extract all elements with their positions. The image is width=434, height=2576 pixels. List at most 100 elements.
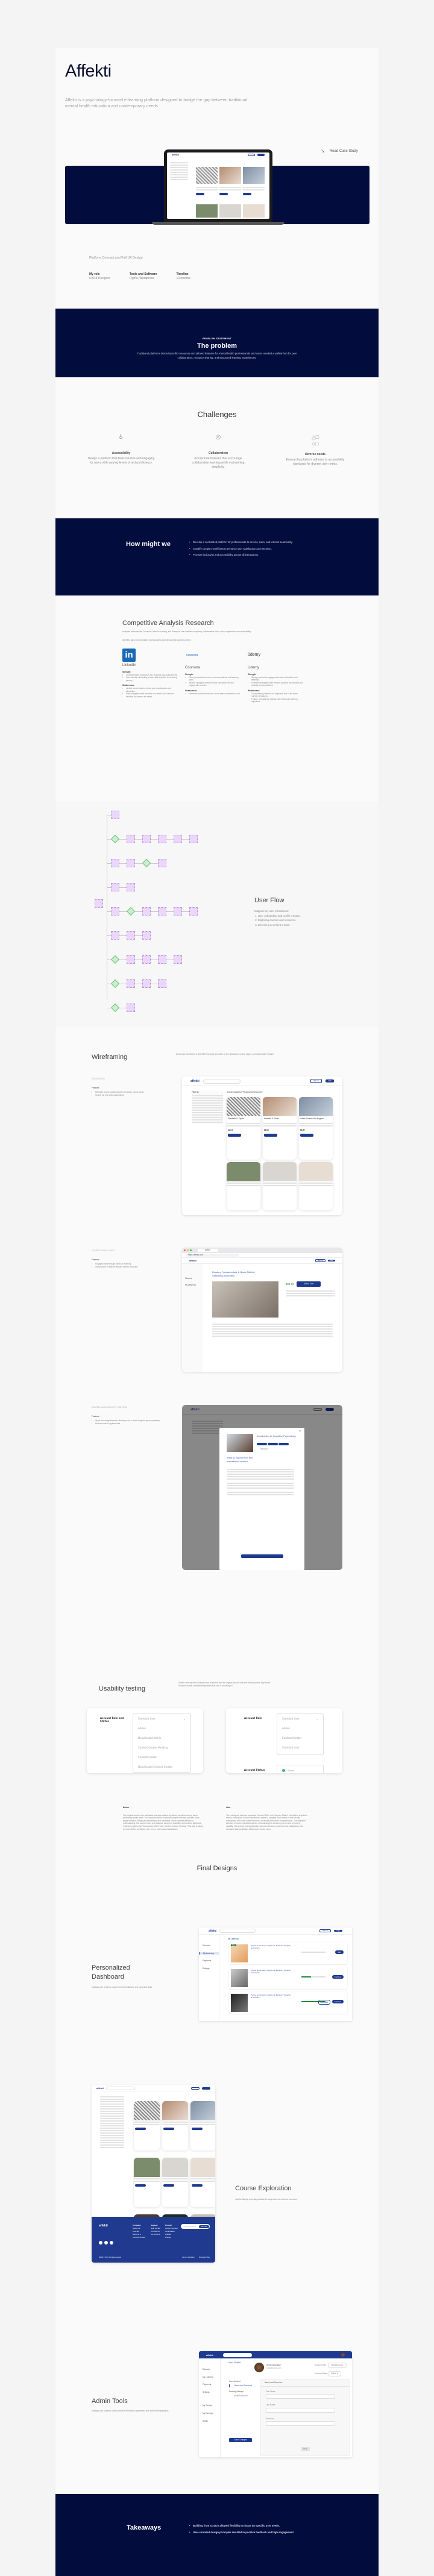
competitor-coursera: coursera Coursera Strength: Offers perso… [185,649,241,703]
target-icon: ◎ [215,434,221,441]
browser-tab-bar: Affekti [182,1248,342,1253]
dropdown-option[interactable]: Content Creator [138,1753,186,1762]
before-dropdown[interactable]: Standard User ⌄ Admin Deactivated Admin C… [133,1714,191,1773]
dropdown-option[interactable]: Standard User [282,1743,318,1753]
takeaways-title: Takeaways [127,2524,162,2531]
browser-tab[interactable]: Affekti [198,1249,218,1252]
progress-bar [301,1976,326,1978]
nav-discover[interactable]: Discover [203,1944,219,1947]
learning-list: New Psyche and Society: Insights into Beh… [229,1943,347,2017]
flow-start-node [95,899,103,908]
nav-discover[interactable]: Discover [203,2368,220,2371]
modal-action-button[interactable] [241,1554,283,1558]
wireframe-course-detail-mock: Affekti https://affekti.com affekti Sign… [182,1248,342,1372]
social-icon[interactable] [99,2241,102,2245]
continue-button[interactable]: Continue [332,1975,344,1979]
dropdown-option[interactable]: Content Creator [282,1733,318,1743]
newsletter-form: Your Email Address Subscribe [181,2224,210,2229]
flow-process-node [189,835,198,843]
flow-process-node [127,955,135,964]
start-button[interactable]: Start [335,1950,344,1954]
account-role-select[interactable]: Standard User [328,2363,347,2368]
search-input[interactable] [222,2352,252,2357]
before-panel: Account Role and Status Standard User ⌄ A… [87,1708,203,1773]
read-case-study-link[interactable]: ↘ Read Case Study [321,148,358,154]
status-dot-active [282,1768,285,1772]
nav-my-learning[interactable]: My Learning [203,2376,220,2379]
laptop-mockup: affekti [164,149,272,222]
search-input[interactable] [203,1078,241,1084]
social-icon[interactable] [104,2241,108,2245]
email-input[interactable]: Your Email Address [183,2226,196,2228]
last-name-input[interactable] [266,2407,335,2413]
dashboard-title: Personalized Dashboard [92,1964,130,1981]
flow-decision-node [110,955,120,964]
usability-intro: Admin users reported confusion and frust… [178,1682,271,1687]
dropdown-option[interactable]: Admin [282,1724,318,1733]
new-badge: New [231,1944,237,1946]
competitive-title: Competitive Analysis Research [122,620,214,627]
user-flow-description: Mapped key user interactions: 1. User on… [254,909,301,926]
flow-process-node [127,883,135,891]
url-bar[interactable]: https://affekti.com [186,1254,239,1257]
dropdown-option[interactable]: Admin [138,1724,186,1733]
sign-up-button[interactable]: Sign Up [310,1079,322,1083]
first-name-input[interactable] [266,2394,335,2399]
competitive-p1: Analyzed platforms like Coursera, Linked… [122,630,251,633]
problem-eyebrow: PROBLEM STATEMENT [202,337,232,340]
dropdown-option[interactable]: Content Creator Pending [138,1743,186,1753]
learning-row[interactable]: Psyche and Society: Insights into Behavi… [229,1967,347,1989]
footer-logo: affekti [99,2224,108,2228]
chevron-down-icon: ⌄ [183,1717,186,1720]
download-button[interactable]: Download [318,2000,330,2005]
login-button[interactable]: Login [325,1079,334,1082]
user-flow-section: User Flow Mapped key user interactions: … [55,802,379,1027]
status-dropdown[interactable]: Active Deactivated Pending [277,1765,324,1773]
final-admin-mock: affekti Discover My Learning Payments Se… [199,2351,352,2457]
nav-payments[interactable]: Payments [203,2383,220,2386]
learning-row[interactable]: New Psyche and Society: Insights into Beh… [229,1943,347,1964]
search-input[interactable] [219,1929,256,1933]
account-status-select[interactable]: Active ● [328,2371,341,2377]
flow-process-node [127,835,135,843]
flow-process-node [111,907,119,916]
subscribe-button[interactable]: Subscribe [198,2225,209,2228]
case-study-page: Affekti Affekti is a psychology-focused … [55,48,379,2576]
wireframing-intro: Developed wireframes to test different l… [176,1053,274,1055]
chevron-down-icon: ⌄ [316,1717,318,1720]
nav-settings[interactable]: Settings [203,2391,220,2394]
page-title: Affekti [65,61,112,81]
nav-my-content[interactable]: My Content [203,2404,220,2407]
avatar[interactable] [341,2353,345,2357]
user-flow-diagram [80,802,212,1025]
course-title: Drawing Fundamentals 1: Basic Skills & S… [212,1271,255,1277]
flow-process-node [127,931,135,940]
course-thumbnail [231,1969,248,1987]
close-icon[interactable]: × [299,1430,301,1433]
tab-name-and-pronouns[interactable]: Name and Pronouns [229,2384,252,2387]
next-button[interactable]: Next [301,2447,310,2451]
add-to-cart-button[interactable]: Add to Cart [296,1281,321,1287]
modal-title: Introduction to Cognitive Psychology [257,1434,296,1437]
nav-admin[interactable]: Admin [203,2420,220,2423]
final-dashboard-mock: affekti Sign Up Login Discover My Learni… [199,1927,352,2021]
challenge-collaboration: ◎ Collaboration Incorporate features tha… [188,434,248,470]
nav-settings[interactable]: Settings [203,1967,219,1970]
dropdown-option[interactable]: Deactivated Admin [138,1733,186,1743]
nav-my-learning[interactable]: My Learning [199,1952,219,1955]
flow-process-node [158,979,166,988]
nav-payments[interactable]: Payments [203,1959,219,1962]
learning-row[interactable]: Psyche and Society: Insights into Behavi… [229,1992,347,2014]
pronouns-input[interactable] [266,2421,335,2427]
tab-email-password[interactable]: Email/Password [234,2395,248,2398]
privacy-link[interactable]: Privacy & Policy [199,2257,210,2258]
save-changes-button[interactable]: Save Changes [229,2438,252,2442]
terms-link[interactable]: Terms & Condition [182,2257,194,2258]
dropdown-option[interactable]: Deactivated Content Creator [138,1762,186,1772]
social-icon[interactable] [110,2241,113,2245]
hmw-list: Develop a centralized platform for profe… [189,541,304,557]
role-dropdown[interactable]: Standard User ⌄ Admin Content Creator Sta… [277,1714,324,1755]
continue-button[interactable]: Continue [332,2000,344,2003]
nav-my-earnings[interactable]: My Earnings [203,2412,220,2415]
back-to-user-profile[interactable]: ‹ User Profile [227,2361,241,2364]
